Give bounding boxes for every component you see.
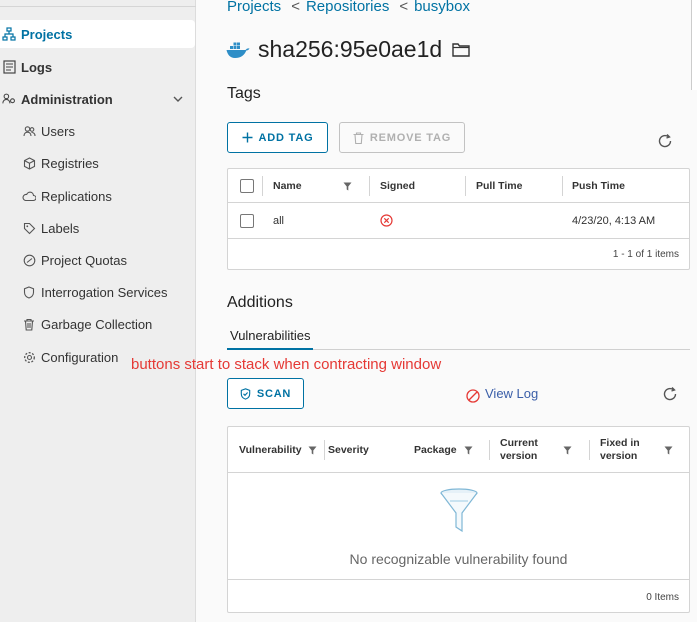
view-log-link[interactable]: View Log: [485, 386, 538, 401]
registries-icon: [22, 156, 36, 170]
sidebar-item-replications[interactable]: Replications: [0, 182, 196, 210]
filter-icon[interactable]: [563, 446, 572, 455]
sidebar-item-administration[interactable]: Administration: [0, 85, 196, 113]
column-header-vulnerability[interactable]: Vulnerability: [239, 427, 302, 472]
side-panel-tab[interactable]: [691, 0, 697, 90]
folder-icon[interactable]: [452, 42, 470, 57]
sidebar-item-label: Replications: [41, 188, 112, 204]
funnel-placeholder-icon: [440, 488, 478, 533]
shield-check-icon: [240, 387, 251, 400]
users-icon: [22, 124, 36, 138]
trash-icon: [353, 131, 364, 144]
breadcrumb-separator: <: [399, 0, 409, 15]
column-header-signed: Signed: [380, 179, 416, 192]
projects-icon: [2, 27, 16, 41]
sidebar-divider: [0, 6, 196, 7]
sidebar-item-label: Garbage Collection: [41, 316, 153, 332]
breadcrumb-projects[interactable]: Projects: [227, 0, 281, 15]
breadcrumb: Projects < Repositories < busybox: [227, 0, 470, 15]
select-all-checkbox[interactable]: [240, 178, 254, 193]
logs-icon: [2, 60, 16, 74]
column-header-pull-time: Pull Time: [476, 179, 523, 192]
tags-pagination: 1 - 1 of 1 items: [612, 249, 679, 260]
table-row[interactable]: all 4/23/20, 4:13 AM: [228, 203, 689, 239]
column-header-current-version[interactable]: Current version: [500, 427, 562, 472]
filter-icon[interactable]: [308, 446, 317, 455]
not-signed-icon: [380, 214, 393, 227]
sidebar-item-label: Administration: [21, 91, 113, 107]
scan-label: SCAN: [256, 387, 292, 400]
vulnerabilities-table: Vulnerability Severity Package Current v…: [227, 426, 690, 613]
column-header-fixed-in-version[interactable]: Fixed in version: [600, 427, 658, 472]
footer-divider: [228, 579, 689, 580]
sidebar: Projects Logs Administration Users Regis…: [0, 0, 196, 622]
scan-button[interactable]: SCAN: [227, 378, 304, 409]
remove-tag-label: REMOVE TAG: [369, 131, 452, 144]
sidebar-item-logs[interactable]: Logs: [0, 53, 196, 81]
artifact-header: sha256:95e0ae1d: [226, 36, 470, 63]
trash-icon: [22, 317, 36, 331]
remove-tag-button[interactable]: REMOVE TAG: [339, 122, 465, 153]
sidebar-item-interrogation-services[interactable]: Interrogation Services: [0, 278, 196, 306]
gear-icon: [22, 350, 36, 364]
column-header-push-time: Push Time: [572, 179, 625, 192]
filter-icon[interactable]: [464, 446, 473, 455]
administration-icon: [2, 92, 16, 106]
add-tag-label: ADD TAG: [258, 131, 314, 144]
shield-icon: [22, 285, 36, 299]
sidebar-item-project-quotas[interactable]: Project Quotas: [0, 246, 196, 274]
breadcrumb-separator: <: [291, 0, 300, 15]
plus-icon: [242, 132, 253, 143]
additions-heading: Additions: [227, 294, 293, 311]
sidebar-item-garbage-collection[interactable]: Garbage Collection: [0, 310, 196, 338]
tab-vulnerabilities[interactable]: Vulnerabilities: [227, 328, 314, 350]
sidebar-item-projects[interactable]: Projects: [0, 20, 195, 48]
error-icon: [466, 389, 480, 403]
add-tag-button[interactable]: ADD TAG: [227, 122, 328, 153]
column-header-name[interactable]: Name: [273, 169, 302, 202]
sidebar-item-label: Project Quotas: [41, 252, 127, 268]
sidebar-item-users[interactable]: Users: [0, 117, 196, 145]
column-header-severity[interactable]: Severity: [328, 427, 369, 472]
breadcrumb-repositories[interactable]: Repositories: [306, 0, 389, 15]
push-time: 4/23/20, 4:13 AM: [572, 214, 656, 227]
chevron-down-icon[interactable]: [172, 93, 184, 105]
docker-icon: [226, 42, 250, 58]
page-title: sha256:95e0ae1d: [258, 36, 443, 62]
labels-icon: [22, 221, 36, 235]
refresh-icon[interactable]: [662, 386, 678, 402]
sidebar-item-label: Logs: [21, 59, 53, 75]
table-header: Name Signed Pull Time Push Time: [228, 169, 689, 203]
sidebar-item-label: Labels: [41, 220, 80, 236]
sidebar-item-label: Projects: [21, 26, 73, 42]
replications-icon: [22, 189, 36, 203]
tags-table: Name Signed Pull Time Push Time all 4/23…: [227, 168, 690, 270]
tags-heading: Tags: [227, 85, 261, 102]
quotas-icon: [22, 253, 36, 267]
column-header-package[interactable]: Package: [414, 427, 457, 472]
sidebar-item-label: Users: [41, 123, 75, 139]
breadcrumb-busybox[interactable]: busybox: [414, 0, 470, 15]
sidebar-item-registries[interactable]: Registries: [0, 149, 196, 177]
annotation-note: buttons start to stack when contracting …: [131, 356, 442, 373]
sidebar-item-label: Registries: [41, 155, 99, 171]
filter-icon[interactable]: [664, 446, 673, 455]
sidebar-item-labels[interactable]: Labels: [0, 214, 196, 242]
refresh-icon[interactable]: [657, 133, 673, 149]
empty-state-text: No recognizable vulnerability found: [349, 551, 568, 567]
filter-icon[interactable]: [343, 182, 352, 191]
row-checkbox[interactable]: [240, 213, 254, 228]
table-header: Vulnerability Severity Package Current v…: [228, 427, 689, 473]
sidebar-item-label: Configuration: [41, 349, 119, 365]
vulnerabilities-pagination: 0 Items: [646, 592, 679, 603]
sidebar-item-label: Interrogation Services: [41, 284, 168, 300]
tag-name: all: [273, 214, 285, 227]
main-content: Projects < Repositories < busybox sha256…: [196, 0, 697, 622]
